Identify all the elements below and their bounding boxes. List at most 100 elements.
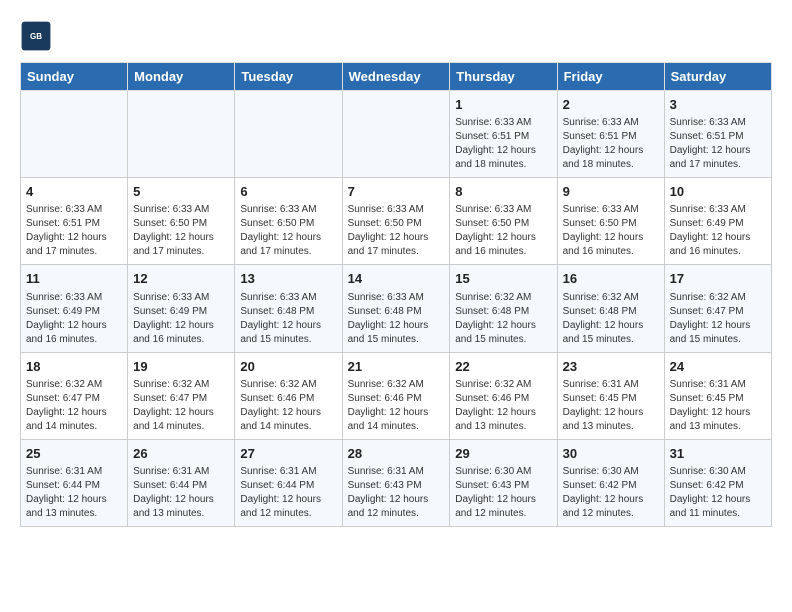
weekday-header: Tuesday xyxy=(235,63,342,91)
day-number: 9 xyxy=(563,183,659,201)
day-info: Sunrise: 6:31 AM Sunset: 6:44 PM Dayligh… xyxy=(240,465,336,521)
day-info: Sunrise: 6:33 AM Sunset: 6:51 PM Dayligh… xyxy=(563,116,659,172)
calendar-day-cell: 22 Sunrise: 6:32 AM Sunset: 6:46 PM Dayli… xyxy=(450,352,557,439)
day-info: Sunrise: 6:33 AM Sunset: 6:48 PM Dayligh… xyxy=(240,291,336,347)
calendar-day-cell: 4Sunrise: 6:33 AM Sunset: 6:51 PM Daylig… xyxy=(21,178,128,265)
weekday-header: Sunday xyxy=(21,63,128,91)
day-number: 19 xyxy=(133,358,229,376)
day-info: Sunrise: 6:33 AM Sunset: 6:50 PM Dayligh… xyxy=(240,203,336,259)
weekday-header: Saturday xyxy=(664,63,771,91)
calendar-day-cell: 3 Sunrise: 6:33 AM Sunset: 6:51 PM Daylig… xyxy=(664,91,771,178)
day-number: 16 xyxy=(563,270,659,288)
day-number: 20 xyxy=(240,358,336,376)
day-number: 27 xyxy=(240,445,336,463)
day-number: 23 xyxy=(563,358,659,376)
calendar-day-cell: 9 Sunrise: 6:33 AM Sunset: 6:50 PM Daylig… xyxy=(557,178,664,265)
day-number: 24 xyxy=(670,358,766,376)
day-info: Sunrise: 6:33 AM Sunset: 6:48 PM Dayligh… xyxy=(348,291,445,347)
calendar-week-row: 4Sunrise: 6:33 AM Sunset: 6:51 PM Daylig… xyxy=(21,178,772,265)
day-number: 7 xyxy=(348,183,445,201)
logo-icon: GB xyxy=(20,20,52,52)
calendar-day-cell: 26 Sunrise: 6:31 AM Sunset: 6:44 PM Dayli… xyxy=(128,439,235,526)
calendar-day-cell xyxy=(342,91,450,178)
day-info: Sunrise: 6:33 AM Sunset: 6:51 PM Dayligh… xyxy=(455,116,551,172)
calendar-day-cell: 27 Sunrise: 6:31 AM Sunset: 6:44 PM Dayli… xyxy=(235,439,342,526)
calendar-day-cell: 17 Sunrise: 6:32 AM Sunset: 6:47 PM Dayli… xyxy=(664,265,771,352)
calendar-week-row: 11 Sunrise: 6:33 AM Sunset: 6:49 PM Dayli… xyxy=(21,265,772,352)
day-number: 17 xyxy=(670,270,766,288)
calendar-day-cell: 15Sunrise: 6:32 AM Sunset: 6:48 PM Dayli… xyxy=(450,265,557,352)
weekday-header: Wednesday xyxy=(342,63,450,91)
calendar-day-cell: 21 Sunrise: 6:32 AM Sunset: 6:46 PM Dayli… xyxy=(342,352,450,439)
day-info: Sunrise: 6:32 AM Sunset: 6:46 PM Dayligh… xyxy=(348,378,445,434)
day-number: 10 xyxy=(670,183,766,201)
calendar-week-row: 1 Sunrise: 6:33 AM Sunset: 6:51 PM Daylig… xyxy=(21,91,772,178)
day-info: Sunrise: 6:33 AM Sunset: 6:49 PM Dayligh… xyxy=(670,203,766,259)
day-info: Sunrise: 6:33 AM Sunset: 6:51 PM Dayligh… xyxy=(670,116,766,172)
day-number: 2 xyxy=(563,96,659,114)
day-number: 29 xyxy=(455,445,551,463)
calendar-day-cell: 24Sunrise: 6:31 AM Sunset: 6:45 PM Dayli… xyxy=(664,352,771,439)
day-number: 25 xyxy=(26,445,122,463)
day-info: Sunrise: 6:30 AM Sunset: 6:43 PM Dayligh… xyxy=(455,465,551,521)
logo: GB xyxy=(20,20,56,52)
day-number: 18 xyxy=(26,358,122,376)
day-number: 11 xyxy=(26,270,122,288)
page-header: GB xyxy=(20,20,772,52)
day-info: Sunrise: 6:31 AM Sunset: 6:44 PM Dayligh… xyxy=(26,465,122,521)
calendar-day-cell: 10 Sunrise: 6:33 AM Sunset: 6:49 PM Dayli… xyxy=(664,178,771,265)
day-info: Sunrise: 6:33 AM Sunset: 6:49 PM Dayligh… xyxy=(133,291,229,347)
day-number: 30 xyxy=(563,445,659,463)
day-number: 8 xyxy=(455,183,551,201)
weekday-header: Thursday xyxy=(450,63,557,91)
day-number: 26 xyxy=(133,445,229,463)
day-info: Sunrise: 6:32 AM Sunset: 6:47 PM Dayligh… xyxy=(26,378,122,434)
calendar-day-cell: 19 Sunrise: 6:32 AM Sunset: 6:47 PM Dayli… xyxy=(128,352,235,439)
day-info: Sunrise: 6:33 AM Sunset: 6:50 PM Dayligh… xyxy=(133,203,229,259)
calendar-day-cell: 14Sunrise: 6:33 AM Sunset: 6:48 PM Dayli… xyxy=(342,265,450,352)
calendar-day-cell: 7 Sunrise: 6:33 AM Sunset: 6:50 PM Daylig… xyxy=(342,178,450,265)
calendar-day-cell xyxy=(235,91,342,178)
calendar-day-cell: 20 Sunrise: 6:32 AM Sunset: 6:46 PM Dayli… xyxy=(235,352,342,439)
calendar-day-cell: 8Sunrise: 6:33 AM Sunset: 6:50 PM Daylig… xyxy=(450,178,557,265)
day-info: Sunrise: 6:32 AM Sunset: 6:46 PM Dayligh… xyxy=(240,378,336,434)
calendar-day-cell: 1 Sunrise: 6:33 AM Sunset: 6:51 PM Daylig… xyxy=(450,91,557,178)
day-info: Sunrise: 6:33 AM Sunset: 6:50 PM Dayligh… xyxy=(348,203,445,259)
calendar-day-cell: 31 Sunrise: 6:30 AM Sunset: 6:42 PM Dayli… xyxy=(664,439,771,526)
calendar-day-cell: 2 Sunrise: 6:33 AM Sunset: 6:51 PM Daylig… xyxy=(557,91,664,178)
day-info: Sunrise: 6:30 AM Sunset: 6:42 PM Dayligh… xyxy=(670,465,766,521)
calendar-week-row: 18 Sunrise: 6:32 AM Sunset: 6:47 PM Dayli… xyxy=(21,352,772,439)
day-number: 3 xyxy=(670,96,766,114)
calendar-day-cell: 23 Sunrise: 6:31 AM Sunset: 6:45 PM Dayli… xyxy=(557,352,664,439)
calendar-day-cell xyxy=(21,91,128,178)
day-number: 28 xyxy=(348,445,445,463)
calendar-table: SundayMondayTuesdayWednesdayThursdayFrid… xyxy=(20,62,772,527)
calendar-week-row: 25 Sunrise: 6:31 AM Sunset: 6:44 PM Dayli… xyxy=(21,439,772,526)
day-info: Sunrise: 6:31 AM Sunset: 6:45 PM Dayligh… xyxy=(563,378,659,434)
day-number: 31 xyxy=(670,445,766,463)
calendar-day-cell: 13Sunrise: 6:33 AM Sunset: 6:48 PM Dayli… xyxy=(235,265,342,352)
svg-text:GB: GB xyxy=(30,32,42,41)
day-info: Sunrise: 6:32 AM Sunset: 6:46 PM Dayligh… xyxy=(455,378,551,434)
day-info: Sunrise: 6:31 AM Sunset: 6:44 PM Dayligh… xyxy=(133,465,229,521)
day-number: 5 xyxy=(133,183,229,201)
calendar-day-cell: 5 Sunrise: 6:33 AM Sunset: 6:50 PM Daylig… xyxy=(128,178,235,265)
calendar-day-cell: 18 Sunrise: 6:32 AM Sunset: 6:47 PM Dayli… xyxy=(21,352,128,439)
day-info: Sunrise: 6:32 AM Sunset: 6:47 PM Dayligh… xyxy=(670,291,766,347)
day-info: Sunrise: 6:33 AM Sunset: 6:50 PM Dayligh… xyxy=(563,203,659,259)
calendar-day-cell: 28Sunrise: 6:31 AM Sunset: 6:43 PM Dayli… xyxy=(342,439,450,526)
weekday-header: Friday xyxy=(557,63,664,91)
day-number: 22 xyxy=(455,358,551,376)
day-number: 12 xyxy=(133,270,229,288)
calendar-day-cell: 25 Sunrise: 6:31 AM Sunset: 6:44 PM Dayli… xyxy=(21,439,128,526)
day-info: Sunrise: 6:32 AM Sunset: 6:48 PM Dayligh… xyxy=(455,291,551,347)
day-info: Sunrise: 6:32 AM Sunset: 6:47 PM Dayligh… xyxy=(133,378,229,434)
calendar-day-cell: 30Sunrise: 6:30 AM Sunset: 6:42 PM Dayli… xyxy=(557,439,664,526)
day-number: 6 xyxy=(240,183,336,201)
weekday-header: Monday xyxy=(128,63,235,91)
day-number: 21 xyxy=(348,358,445,376)
day-info: Sunrise: 6:32 AM Sunset: 6:48 PM Dayligh… xyxy=(563,291,659,347)
calendar-day-cell: 11Sunrise: 6:33 AM Sunset: 6:49 PM Dayli… xyxy=(21,265,128,352)
calendar-header: SundayMondayTuesdayWednesdayThursdayFrid… xyxy=(21,63,772,91)
day-number: 1 xyxy=(455,96,551,114)
